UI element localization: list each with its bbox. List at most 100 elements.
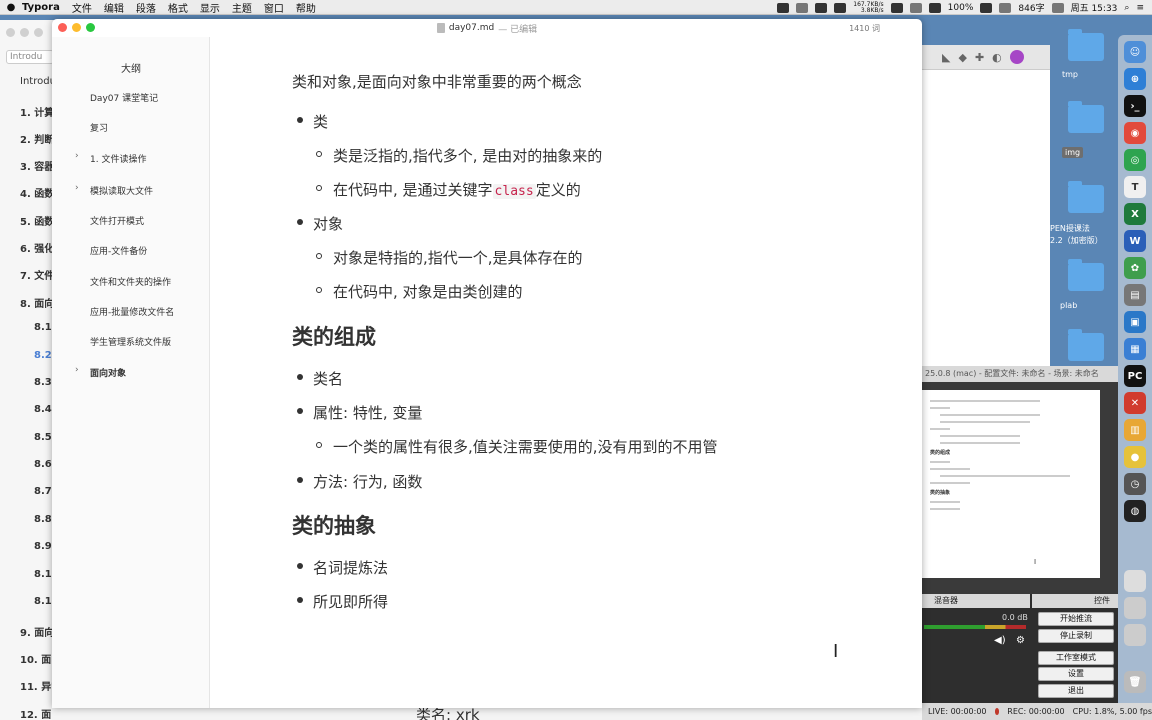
- app-icon[interactable]: ●: [1124, 446, 1146, 468]
- app-icon[interactable]: ✕: [1124, 392, 1146, 414]
- bg-outline-item[interactable]: 8. 面向: [20, 295, 54, 310]
- minimize-icon[interactable]: [72, 23, 81, 32]
- tray-app-icon[interactable]: [777, 2, 790, 13]
- app-menu-typora[interactable]: Typora: [22, 2, 60, 13]
- outline-item-file-read[interactable]: 1. 文件读操作: [90, 152, 146, 165]
- bg-outline-item[interactable]: 9. 面向: [20, 624, 54, 639]
- tray-app-icon[interactable]: [909, 2, 922, 13]
- word-icon[interactable]: W: [1124, 230, 1146, 252]
- outline-item-file-folder[interactable]: 文件和文件夹的操作: [90, 275, 171, 288]
- app-icon[interactable]: ▣: [1124, 311, 1146, 333]
- input-method-icon[interactable]: [1051, 2, 1064, 13]
- battery-icon[interactable]: [980, 2, 993, 13]
- clock[interactable]: 周五 15:33: [1071, 1, 1118, 14]
- pycharm-icon[interactable]: PC: [1124, 365, 1146, 387]
- editor-content[interactable]: 类和对象,是面向对象中非常重要的两个概念 类 类是泛指的,指代多个, 是由对的抽…: [210, 37, 922, 708]
- outline-item-review[interactable]: 复习: [90, 121, 108, 134]
- outline-item-oop[interactable]: 面向对象: [90, 366, 126, 379]
- obs-icon[interactable]: ◍: [1124, 500, 1146, 522]
- safari-icon[interactable]: ⊕: [1124, 68, 1146, 90]
- folder-icon[interactable]: [1068, 259, 1104, 291]
- outline-item-open-mode[interactable]: 文件打开模式: [90, 214, 144, 227]
- tray-app-icon[interactable]: [999, 2, 1012, 13]
- list-item-class-generic: 类是泛指的,指代多个, 是由对的抽象来的: [333, 147, 603, 165]
- bg-outline-item[interactable]: 6. 强化: [20, 240, 54, 255]
- minimize-icon[interactable]: [20, 28, 29, 37]
- outline-item-batch-rename[interactable]: 应用-批量修改文件名: [90, 305, 174, 318]
- menu-theme[interactable]: 主题: [232, 0, 252, 15]
- chrome-icon[interactable]: ◉: [1124, 122, 1146, 144]
- app-icon[interactable]: ▦: [1124, 338, 1146, 360]
- zoom-icon[interactable]: [34, 28, 43, 37]
- excel-icon[interactable]: X: [1124, 203, 1146, 225]
- extension-icon[interactable]: ◐: [992, 51, 1002, 64]
- app-icon[interactable]: [1124, 597, 1146, 619]
- gear-icon[interactable]: ⚙: [1016, 635, 1025, 646]
- studio-mode-button[interactable]: 工作室模式: [1038, 651, 1114, 665]
- menu-format[interactable]: 格式: [168, 0, 188, 15]
- finder-icon[interactable]: ☺: [1124, 41, 1146, 63]
- folder-icon[interactable]: [1068, 29, 1104, 61]
- menu-edit[interactable]: 编辑: [104, 0, 124, 15]
- menu-window[interactable]: 窗口: [264, 0, 284, 15]
- bg-outline-item[interactable]: 7. 文件: [20, 267, 54, 282]
- outline-title: 大纲: [121, 64, 141, 75]
- tray-app-icon[interactable]: [834, 2, 847, 13]
- tray-app-icon[interactable]: [890, 2, 903, 13]
- outline-item-large-file[interactable]: 模拟读取大文件: [90, 184, 153, 197]
- apple-menu-icon[interactable]: ●: [0, 2, 22, 13]
- tray-app-icon[interactable]: [796, 2, 809, 13]
- controls-header: 控件: [1032, 594, 1118, 608]
- close-icon[interactable]: [6, 28, 15, 37]
- bg-outline-item[interactable]: 4. 函数: [20, 185, 54, 200]
- chevron-right-icon[interactable]: ›: [75, 183, 79, 193]
- menu-paragraph[interactable]: 段落: [136, 0, 156, 15]
- extension-icon[interactable]: ✚: [975, 51, 984, 64]
- terminal-icon[interactable]: ›_: [1124, 95, 1146, 117]
- rec-indicator-icon: [994, 708, 1000, 715]
- tray-app-icon[interactable]: [815, 2, 828, 13]
- chevron-right-icon[interactable]: ›: [75, 365, 79, 375]
- spotlight-search-icon[interactable]: ⌕: [1124, 3, 1129, 13]
- app-icon[interactable]: ◷: [1124, 473, 1146, 495]
- app-icon[interactable]: [1124, 624, 1146, 646]
- folder-icon[interactable]: [1068, 329, 1104, 361]
- wifi-icon[interactable]: [928, 2, 941, 13]
- back-outline-button[interactable]: Introdu: [6, 50, 54, 64]
- bg-outline-item[interactable]: 2. 判断: [20, 131, 54, 146]
- exit-button[interactable]: 退出: [1038, 684, 1114, 698]
- volume-icon[interactable]: ◀): [994, 635, 1006, 646]
- bg-outline-item[interactable]: 5. 函数: [20, 213, 54, 228]
- menu-file[interactable]: 文件: [72, 0, 92, 15]
- network-down: 3.8KB/s: [860, 6, 884, 14]
- settings-button[interactable]: 设置: [1038, 667, 1114, 681]
- notification-center-icon[interactable]: ≡: [1136, 3, 1144, 13]
- app-icon[interactable]: ✿: [1124, 257, 1146, 279]
- bg-outline-item[interactable]: 3. 容器: [20, 158, 54, 173]
- chevron-right-icon[interactable]: ›: [75, 151, 79, 161]
- extension-icon[interactable]: ◣: [942, 51, 950, 64]
- trash-icon[interactable]: 🗑: [1124, 671, 1146, 693]
- app-icon[interactable]: ▤: [1124, 284, 1146, 306]
- menu-view[interactable]: 显示: [200, 0, 220, 15]
- wechat-icon[interactable]: ◎: [1124, 149, 1146, 171]
- bg-outline-item[interactable]: Introdu: [20, 76, 56, 87]
- folder-icon[interactable]: [1068, 101, 1104, 133]
- outline-item-day07[interactable]: Day07 课堂笔记: [90, 91, 158, 104]
- close-icon[interactable]: [58, 23, 67, 32]
- extension-icon[interactable]: ◆: [958, 51, 966, 64]
- text-cursor-icon: I: [833, 641, 839, 662]
- stop-recording-button[interactable]: 停止录制: [1038, 629, 1114, 643]
- outline-item-student-system[interactable]: 学生管理系统文件版: [90, 335, 171, 348]
- typora-icon[interactable]: T: [1124, 176, 1146, 198]
- word-count[interactable]: 1410 词: [849, 23, 880, 34]
- zoom-icon[interactable]: [86, 23, 95, 32]
- menu-help[interactable]: 帮助: [296, 0, 316, 15]
- profile-avatar[interactable]: [1009, 50, 1024, 64]
- start-streaming-button[interactable]: 开始推流: [1038, 612, 1114, 626]
- app-icon[interactable]: [1124, 570, 1146, 592]
- folder-icon[interactable]: [1068, 181, 1104, 213]
- bg-outline-item[interactable]: 1. 计算: [20, 104, 54, 119]
- outline-item-backup[interactable]: 应用-文件备份: [90, 244, 147, 257]
- app-icon[interactable]: ▥: [1124, 419, 1146, 441]
